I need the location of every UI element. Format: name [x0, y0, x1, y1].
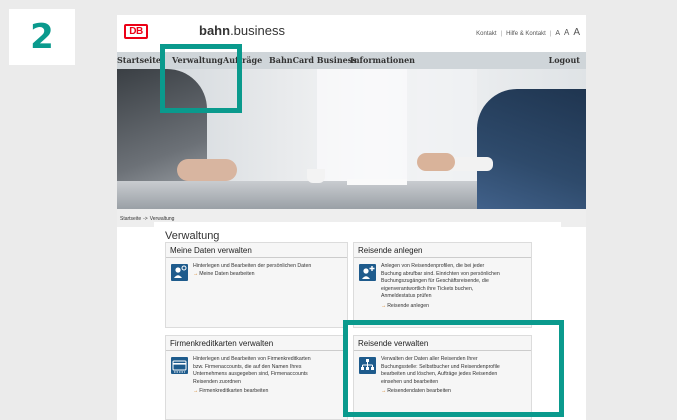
card-reisende-anlegen: Reisende anlegen Anlegen von Reisendenpr… [353, 242, 532, 328]
user-settings-icon [171, 264, 188, 281]
card-meine-daten: Meine Daten verwalten Hinterlegen und Be… [165, 242, 348, 328]
link-hilfe-kontakt[interactable]: Hilfe & Kontakt [506, 31, 546, 37]
font-size-medium-button[interactable]: A [564, 28, 569, 37]
font-size-small-button[interactable]: A [555, 30, 560, 37]
step-badge: 2 [9, 9, 75, 65]
card-title: Meine Daten verwalten [170, 246, 252, 255]
credit-card-icon [171, 357, 188, 374]
font-size-large-button[interactable]: A [573, 27, 580, 38]
card-description: Hinterlegen und Bearbeiten der persönlic… [193, 263, 312, 269]
link-kontakt[interactable]: Kontakt [476, 31, 496, 37]
logout-link[interactable]: Logout [549, 55, 580, 65]
add-user-icon [359, 264, 376, 281]
breadcrumb-separator: -> [143, 216, 148, 222]
nav-startseite[interactable]: Startseite [117, 55, 161, 65]
card-description: Anlegen von Reisendenprofilen, die bei j… [381, 263, 500, 299]
card-title: Firmenkreditkarten verwalten [170, 339, 274, 348]
page-title: Verwaltung [165, 230, 220, 242]
link-meine-daten-bearbeiten[interactable]: → Meine Daten bearbeiten [193, 271, 255, 277]
top-links: Kontakt | Hilfe & Kontakt | A A A [476, 27, 580, 38]
db-logo[interactable]: DB [124, 24, 148, 39]
brand-name: bahn.business [199, 23, 285, 38]
highlight-reisende-verwalten [343, 320, 564, 417]
highlight-verwaltung [160, 44, 242, 113]
step-number: 2 [30, 17, 54, 57]
card-firmenkreditkarten: Firmenkreditkarten verwalten Hinterlegen… [165, 335, 348, 420]
nav-informationen[interactable]: Informationen [350, 55, 415, 65]
card-title: Reisende anlegen [358, 246, 423, 255]
link-reisende-anlegen[interactable]: → Reisende anlegen [381, 303, 429, 309]
link-firmenkreditkarten-bearbeiten[interactable]: → Firmenkreditkarten bearbeiten [193, 388, 268, 394]
nav-bahncard-business[interactable]: BahnCard Business [269, 55, 357, 65]
breadcrumb-startseite[interactable]: Startseite [120, 216, 141, 222]
card-description: Hinterlegen und Bearbeiten von Firmenkre… [193, 356, 311, 385]
